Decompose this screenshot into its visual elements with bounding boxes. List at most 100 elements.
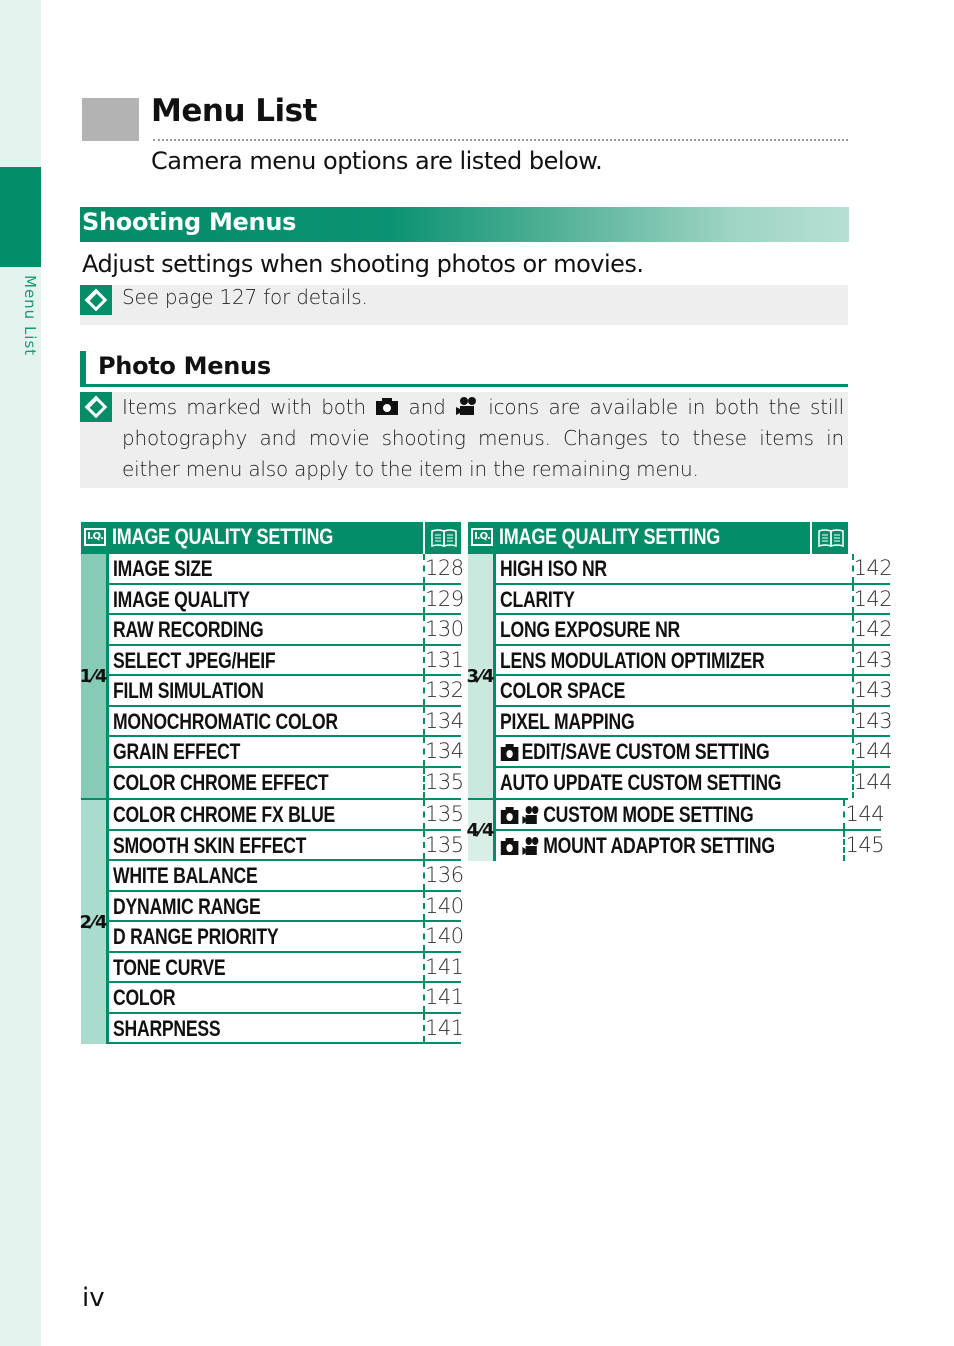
menu-item-row[interactable]: COLOR SPACE 143 (496, 676, 893, 707)
menu-item[interactable]: TONE CURVE (109, 953, 423, 982)
note-text: Items marked with both and icons are ava… (122, 392, 844, 485)
page-reference-link[interactable]: 135 (423, 830, 464, 859)
movie-camera-icon (522, 803, 541, 832)
menu-item[interactable]: AUTO UPDATE CUSTOM SETTING (496, 768, 852, 799)
menu-item[interactable]: PIXEL MAPPING (496, 707, 852, 736)
menu-item-row[interactable]: DYNAMIC RANGE 140 (109, 891, 464, 922)
menu-item-row[interactable]: SHARPNESS 141 (109, 1013, 464, 1044)
note-box-icons: Items marked with both and icons are ava… (80, 392, 848, 488)
page-reference-link[interactable]: 135 (423, 800, 464, 829)
menu-item[interactable]: SELECT JPEG/HEIF (109, 646, 423, 675)
page-reference-link[interactable]: 134 (423, 737, 464, 766)
menu-item-row[interactable]: CUSTOM MODE SETTING 144 (496, 800, 885, 831)
menu-page-indicator: 4⁄4 (466, 800, 496, 861)
page-reference-link[interactable]: 134 (423, 706, 464, 735)
menu-item-label: RAW RECORDING (113, 617, 264, 642)
menu-table-left: I.Q. IMAGE QUALITY SETTING 1⁄4 IMAGE SIZE 12… (79, 522, 464, 1044)
book-icon (810, 522, 848, 554)
menu-item-row[interactable]: MOUNT ADAPTOR SETTING 145 (496, 830, 885, 862)
page-reference-link[interactable]: 141 (423, 1013, 464, 1042)
page-reference-link[interactable]: 131 (423, 645, 464, 674)
page-reference-link[interactable]: 142 (851, 584, 893, 613)
menu-item-row[interactable]: PIXEL MAPPING 143 (496, 706, 893, 737)
page-reference-link[interactable]: 135 (423, 767, 464, 798)
page-reference-link[interactable]: 140 (423, 891, 464, 920)
menu-item-label: AUTO UPDATE CUSTOM SETTING (500, 769, 782, 795)
page-reference-link[interactable]: 128 (423, 554, 464, 583)
table-header: I.Q. IMAGE QUALITY SETTING (468, 522, 848, 554)
menu-item[interactable]: EDIT/SAVE CUSTOM SETTING (496, 737, 852, 766)
page-reference-link[interactable]: 129 (423, 584, 464, 613)
menu-item-row[interactable]: WHITE BALANCE 136 (109, 861, 464, 892)
menu-item[interactable]: COLOR (109, 983, 423, 1012)
image-quality-icon: I.Q. (84, 528, 106, 546)
page-reference-link[interactable]: 141 (423, 952, 464, 981)
menu-item-row[interactable]: COLOR 141 (109, 983, 464, 1014)
menu-item-row[interactable]: LONG EXPOSURE NR 142 (496, 615, 893, 646)
menu-item[interactable]: SHARPNESS (109, 1014, 423, 1043)
page-reference-link[interactable]: 145 (843, 830, 885, 861)
page-reference-link[interactable]: 143 (851, 676, 893, 705)
menu-item-row[interactable]: HIGH ISO NR 142 (496, 554, 893, 585)
menu-item-row[interactable]: LENS MODULATION OPTIMIZER 143 (496, 645, 893, 676)
page-reference-link[interactable]: 142 (851, 554, 893, 583)
menu-item[interactable]: IMAGE SIZE (109, 554, 423, 583)
menu-item[interactable]: LENS MODULATION OPTIMIZER (496, 646, 852, 675)
menu-item-row[interactable]: TONE CURVE 141 (109, 952, 464, 983)
menu-item[interactable]: LONG EXPOSURE NR (496, 615, 852, 644)
menu-item[interactable]: WHITE BALANCE (109, 861, 423, 890)
page-reference-link[interactable]: 130 (423, 615, 464, 644)
movie-camera-icon (455, 394, 479, 415)
menu-item-row[interactable]: SELECT JPEG/HEIF 131 (109, 645, 464, 676)
menu-item-row[interactable]: GRAIN EFFECT 134 (109, 737, 464, 768)
menu-item[interactable]: MOUNT ADAPTOR SETTING (496, 831, 843, 862)
menu-item[interactable]: DYNAMIC RANGE (109, 892, 423, 921)
menu-item-label: TONE CURVE (113, 954, 226, 980)
menu-item-row[interactable]: RAW RECORDING 130 (109, 615, 464, 646)
menu-item[interactable]: COLOR CHROME FX BLUE (109, 800, 423, 829)
menu-item-row[interactable]: IMAGE SIZE 128 (109, 554, 464, 585)
title-divider (153, 139, 848, 141)
page-reference-link[interactable]: 132 (423, 676, 464, 705)
page-reference-link[interactable]: 136 (423, 861, 464, 890)
page-subtitle: Camera menu options are listed below. (151, 147, 603, 175)
menu-item[interactable]: RAW RECORDING (109, 615, 423, 644)
menu-item-row[interactable]: COLOR CHROME EFFECT 135 (109, 767, 464, 799)
menu-item-row[interactable]: FILM SIMULATION 132 (109, 676, 464, 707)
menu-item-label: COLOR SPACE (500, 678, 626, 703)
menu-item[interactable]: GRAIN EFFECT (109, 737, 423, 766)
menu-item[interactable]: FILM SIMULATION (109, 676, 423, 705)
page-reference-link[interactable]: 144 (851, 767, 893, 798)
menu-item[interactable]: CLARITY (496, 585, 852, 614)
menu-item-row[interactable]: SMOOTH SKIN EFFECT 135 (109, 830, 464, 861)
menu-item[interactable]: CUSTOM MODE SETTING (496, 800, 843, 829)
page-reference-link[interactable]: 142 (851, 615, 893, 644)
page-reference-link[interactable]: 140 (423, 922, 464, 951)
page-reference-link[interactable]: 143 (851, 706, 893, 735)
menu-item[interactable]: HIGH ISO NR (496, 554, 852, 583)
menu-item-row[interactable]: D RANGE PRIORITY 140 (109, 922, 464, 953)
menu-item[interactable]: SMOOTH SKIN EFFECT (109, 831, 423, 860)
note-icon (80, 392, 112, 422)
menu-item-row[interactable]: AUTO UPDATE CUSTOM SETTING 144 (496, 767, 893, 799)
page-reference-link[interactable]: 144 (843, 800, 885, 829)
menu-item-row[interactable]: EDIT/SAVE CUSTOM SETTING 144 (496, 737, 893, 768)
menu-item-row[interactable]: COLOR CHROME FX BLUE 135 (109, 800, 464, 831)
menu-item-label: IMAGE SIZE (113, 556, 213, 581)
menu-item[interactable]: MONOCHROMATIC COLOR (109, 707, 423, 736)
page-reference-link[interactable]: 143 (851, 645, 893, 674)
menu-item-label: MOUNT ADAPTOR SETTING (543, 832, 775, 858)
menu-item[interactable]: IMAGE QUALITY (109, 585, 423, 614)
menu-item-row[interactable]: MONOCHROMATIC COLOR 134 (109, 706, 464, 737)
menu-item[interactable]: D RANGE PRIORITY (109, 922, 423, 951)
note-text-part: Items marked with both (122, 395, 366, 419)
menu-item-row[interactable]: CLARITY 142 (496, 584, 893, 615)
page-reference-link[interactable]: 144 (851, 737, 893, 766)
menu-item[interactable]: COLOR SPACE (496, 676, 852, 705)
menu-item-label: COLOR CHROME EFFECT (113, 769, 329, 795)
menu-item-label: SMOOTH SKIN EFFECT (113, 832, 307, 858)
menu-item-row[interactable]: IMAGE QUALITY 129 (109, 584, 464, 615)
menu-item-label: MONOCHROMATIC COLOR (113, 708, 338, 734)
menu-item[interactable]: COLOR CHROME EFFECT (109, 768, 423, 799)
page-reference-link[interactable]: 141 (423, 983, 464, 1012)
